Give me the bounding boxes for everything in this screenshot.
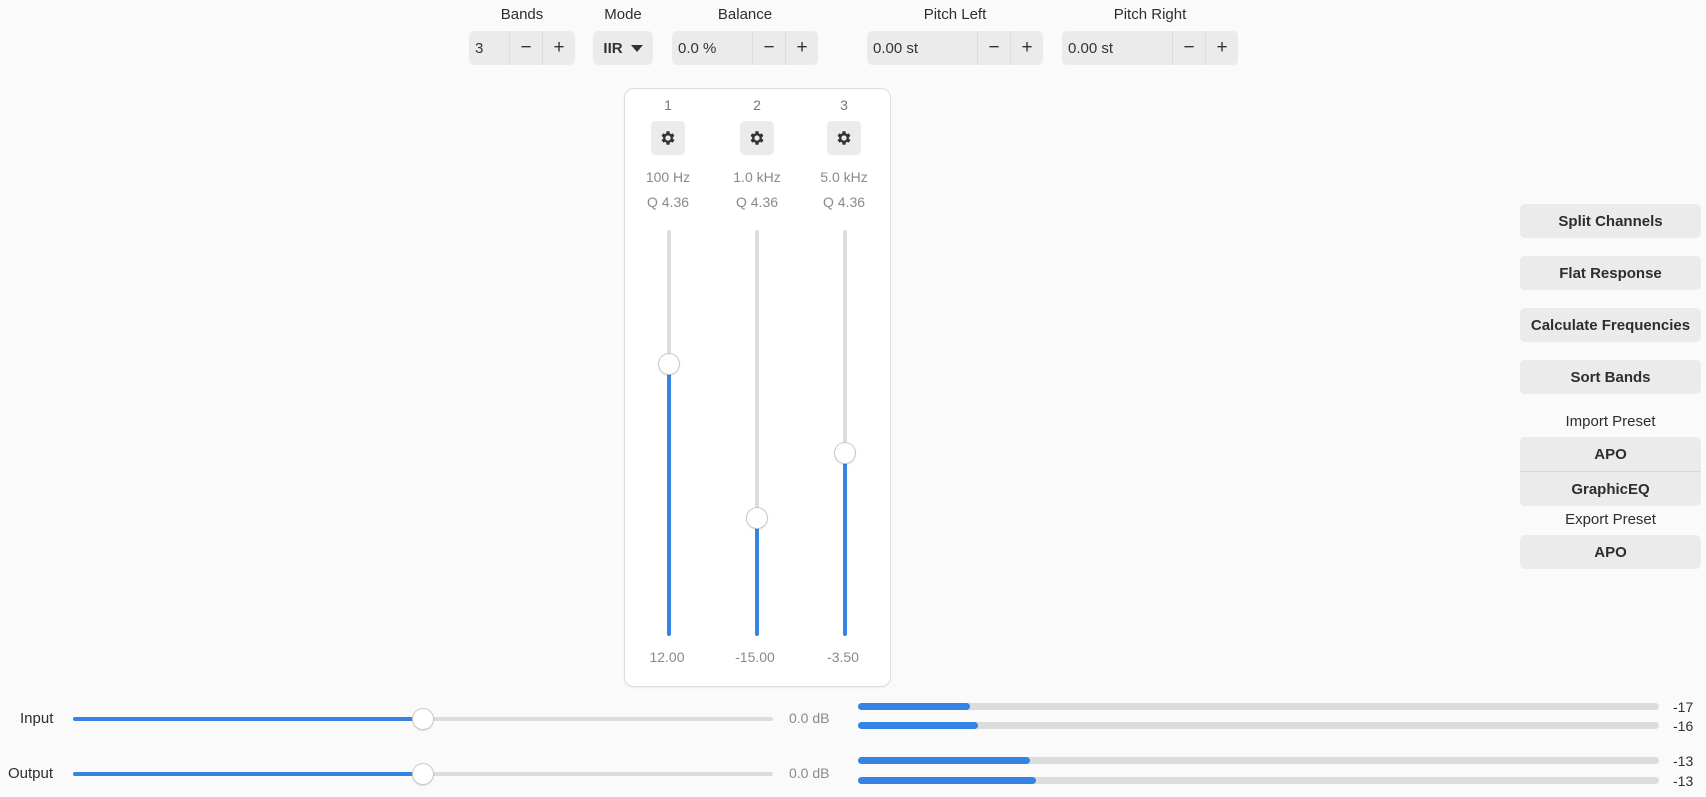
balance-label: Balance — [717, 6, 773, 23]
pitch-left-increment-button[interactable]: + — [1010, 31, 1043, 65]
bands-value[interactable]: 3 — [469, 40, 509, 57]
band-3-settings-button[interactable] — [827, 121, 861, 155]
band-3-frequency: 5.0 kHz — [820, 169, 868, 185]
input-gain-slider-fill — [73, 717, 423, 721]
balance-decrement-button[interactable]: − — [752, 31, 785, 65]
input-level-right-value: -16 — [1673, 718, 1694, 734]
band-1-number: 1 — [664, 97, 672, 113]
pitch-right-spinbutton[interactable]: 0.00 st − + — [1062, 31, 1238, 65]
flat-response-button[interactable]: Flat Response — [1520, 256, 1701, 290]
band-3-q: Q 4.36 — [822, 194, 866, 210]
import-graphiceq-button[interactable]: GraphicEQ — [1520, 471, 1701, 506]
bands-increment-button[interactable]: + — [542, 31, 575, 65]
band-1-q: Q 4.36 — [646, 194, 690, 210]
pitch-left-spinbutton[interactable]: 0.00 st − + — [867, 31, 1043, 65]
output-level-left-value: -13 — [1673, 753, 1694, 769]
band-1-settings-button[interactable] — [651, 121, 685, 155]
gear-icon — [661, 131, 675, 145]
pitch-right-label: Pitch Right — [1113, 6, 1187, 23]
output-gain-slider-fill — [73, 772, 423, 776]
input-gain-slider-handle[interactable] — [413, 709, 433, 729]
pitch-right-decrement-button[interactable]: − — [1172, 31, 1205, 65]
band-3-number: 3 — [840, 97, 848, 113]
export-preset-label: Export Preset — [1565, 511, 1656, 528]
output-level-right-value: -13 — [1673, 773, 1694, 789]
pitch-right-increment-button[interactable]: + — [1205, 31, 1238, 65]
band-2-frequency: 1.0 kHz — [733, 169, 781, 185]
input-level-meter-left-fill — [858, 703, 971, 710]
balance-spinbutton[interactable]: 0.0 % − + — [672, 31, 818, 65]
band-2-gain[interactable]: -15.00 — [710, 649, 800, 665]
band-2-number: 2 — [753, 97, 761, 113]
band-1-slider-handle[interactable] — [659, 353, 679, 374]
pitch-left-decrement-button[interactable]: − — [977, 31, 1010, 65]
band-2-settings-button[interactable] — [740, 121, 774, 155]
band-3-gain[interactable]: -3.50 — [798, 649, 888, 665]
output-gain-slider-handle[interactable] — [413, 764, 433, 784]
input-level-left-value: -17 — [1673, 699, 1694, 715]
bands-spinbutton[interactable]: 3 − + — [469, 31, 575, 65]
import-apo-button[interactable]: APO — [1520, 437, 1701, 471]
input-level-meter-right — [858, 722, 1659, 729]
band-1-frequency: 100 Hz — [645, 169, 691, 185]
mode-label: Mode — [604, 6, 642, 23]
output-label: Output — [8, 765, 54, 782]
mode-value: IIR — [603, 39, 623, 57]
input-label: Input — [20, 710, 54, 727]
band-1-gain[interactable]: 12.00 — [622, 649, 712, 665]
bands-decrement-button[interactable]: − — [509, 31, 542, 65]
mode-dropdown[interactable]: IIR — [593, 31, 653, 65]
input-gain-value: 0.0 dB — [789, 710, 830, 726]
balance-value[interactable]: 0.0 % — [672, 40, 752, 57]
input-level-meter-right-fill — [858, 722, 979, 729]
band-3-slider-fill — [843, 453, 847, 636]
pitch-right-value[interactable]: 0.00 st — [1062, 40, 1172, 57]
output-gain-value: 0.0 dB — [789, 765, 830, 781]
gear-icon — [750, 131, 764, 145]
pitch-left-value[interactable]: 0.00 st — [867, 40, 977, 57]
gear-icon — [837, 131, 851, 145]
dropdown-arrow-icon — [630, 44, 643, 52]
bands-label: Bands — [500, 6, 544, 23]
import-preset-label: Import Preset — [1565, 413, 1656, 430]
calculate-frequencies-button[interactable]: Calculate Frequencies — [1520, 308, 1701, 342]
input-level-meter-left — [858, 703, 1659, 710]
split-channels-button[interactable]: Split Channels — [1520, 204, 1701, 238]
pitch-left-label: Pitch Left — [923, 6, 987, 23]
output-level-meter-right-fill — [858, 777, 1036, 784]
output-level-meter-left-fill — [858, 757, 1031, 764]
export-apo-button[interactable]: APO — [1520, 535, 1701, 569]
sort-bands-button[interactable]: Sort Bands — [1520, 360, 1701, 394]
band-2-q: Q 4.36 — [735, 194, 779, 210]
band-2-slider-fill — [755, 518, 759, 636]
balance-increment-button[interactable]: + — [785, 31, 818, 65]
band-1-slider-fill — [667, 363, 671, 636]
